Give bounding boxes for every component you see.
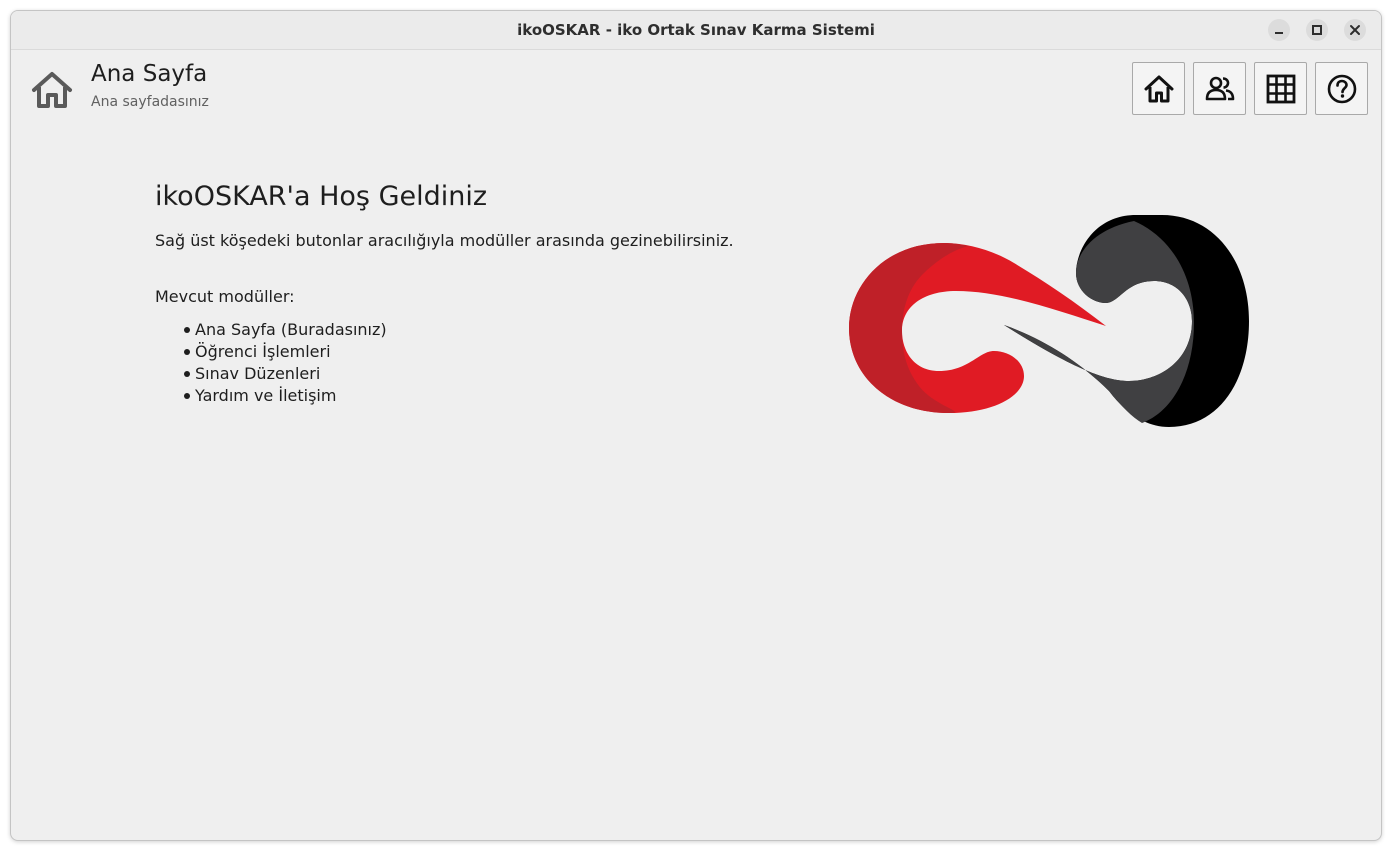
help-icon bbox=[1327, 74, 1357, 104]
minimize-button[interactable] bbox=[1268, 19, 1290, 41]
nav-home-button[interactable] bbox=[1132, 62, 1185, 115]
app-window: ikoOSKAR - iko Ortak Sınav Karma Sistemi… bbox=[10, 10, 1382, 841]
table-icon bbox=[1266, 74, 1296, 104]
ikooskar-logo bbox=[849, 215, 1249, 427]
home-icon bbox=[32, 72, 72, 108]
bullet-icon bbox=[184, 349, 190, 355]
modules-list: Ana Sayfa (Buradasınız) Öğrenci İşlemler… bbox=[183, 319, 387, 407]
close-button[interactable] bbox=[1344, 19, 1366, 41]
list-item: Sınav Düzenleri bbox=[183, 363, 387, 385]
welcome-description: Sağ üst köşedeki butonlar aracılığıyla m… bbox=[155, 231, 734, 250]
welcome-title: ikoOSKAR'a Hoş Geldiniz bbox=[155, 181, 488, 212]
module-label: Ana Sayfa (Buradasınız) bbox=[195, 320, 387, 339]
maximize-icon bbox=[1312, 25, 1322, 35]
page-subtitle: Ana sayfadasınız bbox=[91, 94, 209, 110]
list-item: Ana Sayfa (Buradasınız) bbox=[183, 319, 387, 341]
list-item: Yardım ve İletişim bbox=[183, 385, 387, 407]
maximize-button[interactable] bbox=[1306, 19, 1328, 41]
title-bar[interactable]: ikoOSKAR - iko Ortak Sınav Karma Sistemi bbox=[11, 11, 1381, 50]
bullet-icon bbox=[184, 327, 190, 333]
list-item: Öğrenci İşlemleri bbox=[183, 341, 387, 363]
home-icon bbox=[1144, 75, 1174, 103]
page-title: Ana Sayfa bbox=[91, 61, 208, 87]
module-label: Sınav Düzenleri bbox=[195, 364, 321, 383]
users-icon bbox=[1205, 76, 1235, 101]
minimize-icon bbox=[1275, 32, 1283, 34]
bullet-icon bbox=[184, 393, 190, 399]
window-title: ikoOSKAR - iko Ortak Sınav Karma Sistemi bbox=[517, 21, 875, 39]
nav-help-button[interactable] bbox=[1315, 62, 1368, 115]
modules-heading: Mevcut modüller: bbox=[155, 287, 295, 306]
close-icon bbox=[1350, 25, 1360, 35]
nav-students-button[interactable] bbox=[1193, 62, 1246, 115]
module-label: Öğrenci İşlemleri bbox=[195, 342, 331, 361]
bullet-icon bbox=[184, 371, 190, 377]
module-label: Yardım ve İletişim bbox=[195, 386, 337, 405]
nav-exams-button[interactable] bbox=[1254, 62, 1307, 115]
